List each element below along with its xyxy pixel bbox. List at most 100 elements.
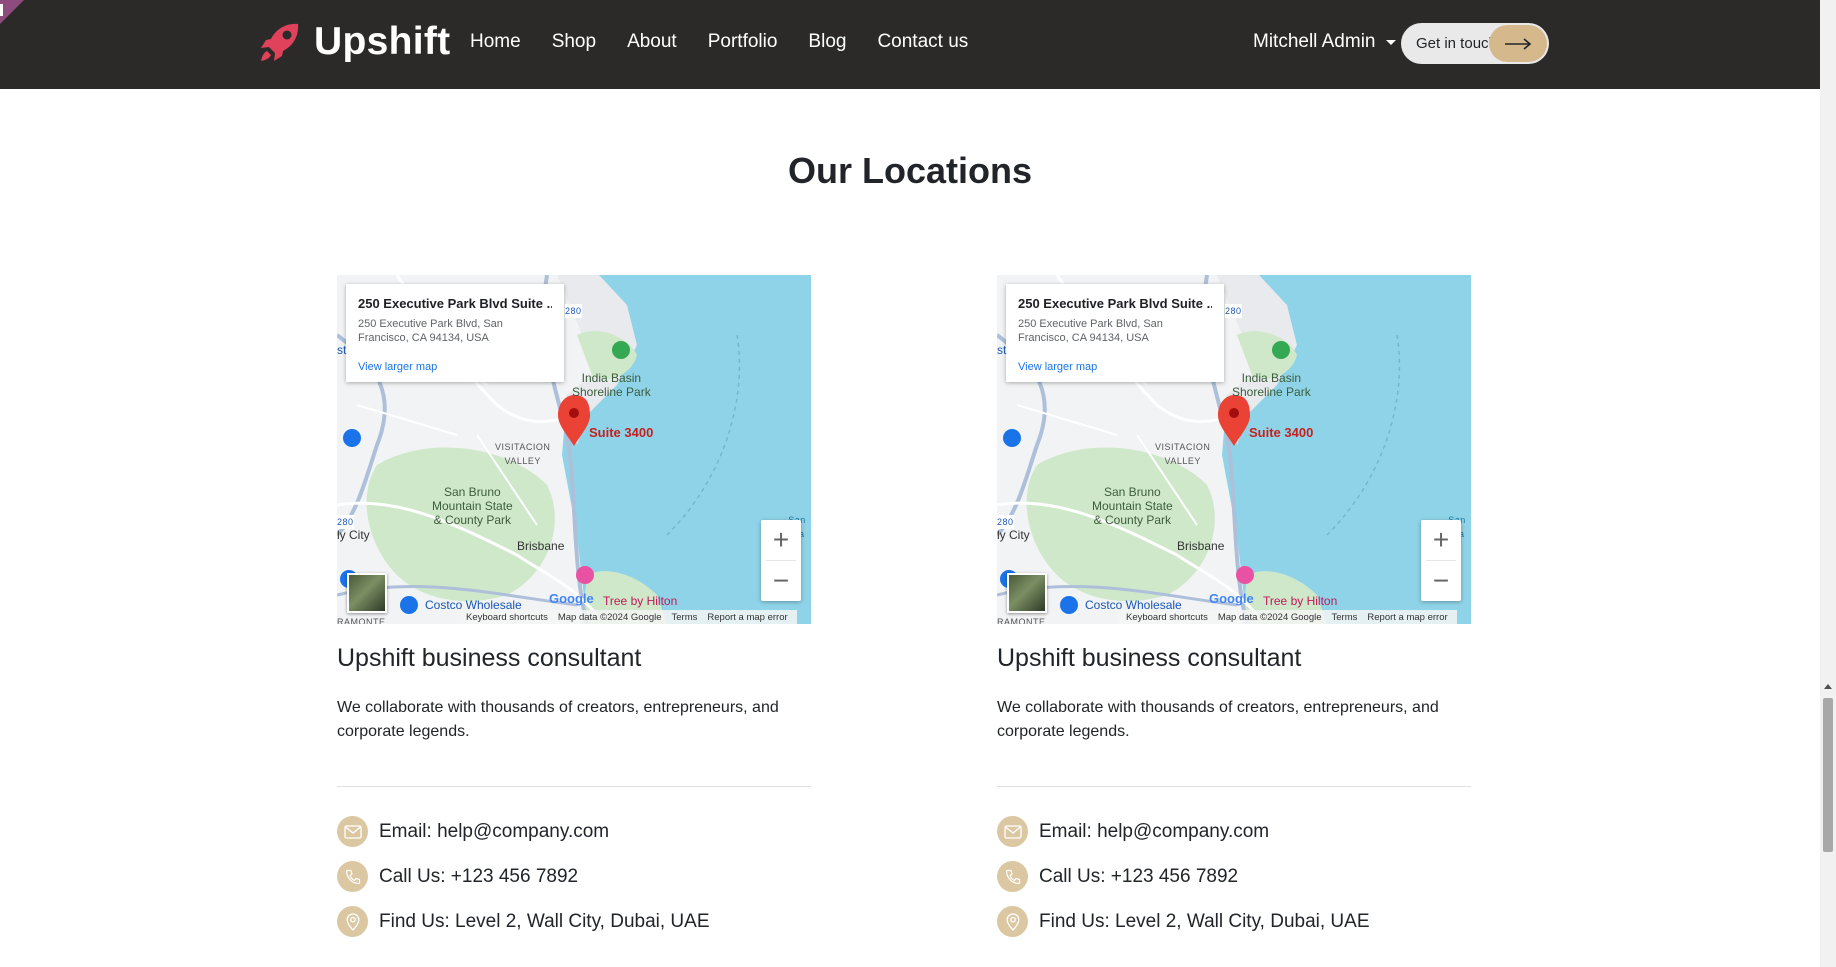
location-title: Upshift business consultant: [337, 644, 642, 672]
nav-shop[interactable]: Shop: [552, 31, 596, 53]
keyboard-shortcuts-link[interactable]: Keyboard shortcuts: [1126, 612, 1208, 623]
map-label-ramonte: RAMONTE: [337, 617, 386, 624]
nav-blog[interactable]: Blog: [808, 31, 846, 53]
contact-email: Email: help@company.com: [1039, 820, 1270, 842]
top-navbar: Upshift Home Shop About Portfolio Blog C…: [0, 0, 1820, 89]
card-divider: [997, 786, 1471, 787]
terms-link[interactable]: Terms: [1332, 612, 1358, 623]
map-label-mountain: San Bruno Mountain State & County Park: [1092, 485, 1173, 527]
map-zoom-control: + −: [761, 520, 801, 601]
location-card: 250 Executive Park Blvd Suite ... 250 Ex…: [337, 275, 811, 951]
map-label-highway: 280: [1225, 304, 1242, 318]
nav-portfolio[interactable]: Portfolio: [708, 31, 778, 53]
google-map-embed[interactable]: 250 Executive Park Blvd Suite ... 250 Ex…: [337, 275, 811, 624]
terms-link[interactable]: Terms: [672, 612, 698, 623]
main-nav: Home Shop About Portfolio Blog Contact u…: [470, 31, 999, 53]
arrow-right-icon: [1489, 25, 1547, 62]
brand-link[interactable]: Upshift: [258, 20, 450, 64]
map-label-hotel: Tree by Hilton: [1263, 594, 1338, 608]
page-scrollbar[interactable]: [1820, 0, 1836, 967]
google-logo: Google: [1209, 591, 1254, 606]
map-address-line2: Francisco, CA 94134, USA: [358, 332, 489, 344]
nav-contact-us[interactable]: Contact us: [877, 31, 968, 53]
contact-phone-row: Call Us: +123 456 7892: [337, 861, 811, 892]
map-label-mountain: San Bruno Mountain State & County Park: [432, 485, 513, 527]
envelope-icon: [337, 816, 368, 847]
google-logo: Google: [549, 591, 594, 606]
location-description: We collaborate with thousands of creator…: [997, 699, 1439, 740]
view-larger-map-link[interactable]: View larger map: [1018, 361, 1212, 373]
map-label-st: st: [997, 343, 1007, 357]
map-address-line1: 250 Executive Park Blvd, San: [1018, 318, 1163, 330]
google-map-embed[interactable]: 250 Executive Park Blvd Suite ... 250 Ex…: [997, 275, 1471, 624]
contact-email-row: Email: help@company.com: [997, 816, 1471, 847]
map-label-highway-2: 280: [337, 515, 354, 529]
map-pin-label: Suite 3400: [1249, 425, 1314, 440]
phone-icon: [997, 861, 1028, 892]
location-card: 250 Executive Park Blvd Suite ... 250 Ex…: [997, 275, 1471, 951]
nav-about[interactable]: About: [627, 31, 677, 53]
map-footer: Keyboard shortcuts Map data ©2024 Google…: [1117, 610, 1457, 624]
map-label-highway-2: 280: [997, 515, 1014, 529]
user-menu-dropdown[interactable]: Mitchell Admin: [1253, 31, 1396, 53]
section-title: Our Locations: [787, 150, 1033, 191]
google-logo-text: Google: [549, 591, 594, 606]
get-in-touch-button[interactable]: Get in touch: [1401, 23, 1549, 64]
map-label-park: India Basin Shoreline Park: [572, 371, 651, 399]
zoom-out-button[interactable]: −: [761, 561, 801, 601]
report-map-error-link[interactable]: Report a map error: [1367, 612, 1447, 623]
contact-list: Email: help@company.com Call Us: +123 45…: [337, 816, 811, 937]
location-pin-icon: [997, 906, 1028, 937]
satellite-toggle-button[interactable]: [347, 573, 387, 613]
contact-address: Find Us: Level 2, Wall City, Dubai, UAE: [379, 910, 710, 932]
report-map-error-link[interactable]: Report a map error: [707, 612, 787, 623]
brand-name: Upshift: [314, 20, 451, 63]
satellite-toggle-button[interactable]: [1007, 573, 1047, 613]
contact-address-row: Find Us: Level 2, Wall City, Dubai, UAE: [997, 906, 1471, 937]
contact-address-row: Find Us: Level 2, Wall City, Dubai, UAE: [337, 906, 811, 937]
zoom-in-button[interactable]: +: [1421, 520, 1461, 560]
contact-phone: Call Us: +123 456 7892: [1039, 865, 1239, 887]
cta-label: Get in touch: [1416, 35, 1497, 52]
map-info-window: 250 Executive Park Blvd Suite ... 250 Ex…: [346, 284, 564, 382]
scroll-up-arrow-icon[interactable]: [1824, 684, 1832, 689]
map-label-park: India Basin Shoreline Park: [1232, 371, 1311, 399]
map-place-address: 250 Executive Park Blvd, San Francisco, …: [358, 317, 552, 345]
map-footer: Keyboard shortcuts Map data ©2024 Google…: [457, 610, 797, 624]
location-description: We collaborate with thousands of creator…: [337, 699, 779, 740]
map-data-attribution: Map data ©2024 Google: [1217, 611, 1322, 623]
map-address-line2: Francisco, CA 94134, USA: [1018, 332, 1149, 344]
contact-email: Email: help@company.com: [379, 820, 610, 842]
map-pin-label: Suite 3400: [589, 425, 654, 440]
map-label-brisbane: Brisbane: [517, 539, 565, 553]
contact-address: Find Us: Level 2, Wall City, Dubai, UAE: [1039, 910, 1370, 932]
nav-home[interactable]: Home: [470, 31, 521, 53]
map-label-valley: VISITACION VALLEY: [495, 442, 551, 466]
rocket-icon: [261, 23, 299, 61]
map-zoom-control: + −: [1421, 520, 1461, 601]
map-info-window: 250 Executive Park Blvd Suite ... 250 Ex…: [1006, 284, 1224, 382]
admin-corner-mark: [0, 4, 3, 16]
map-place-title: 250 Executive Park Blvd Suite ...: [358, 296, 552, 311]
location-pin-icon: [337, 906, 368, 937]
map-label-st: st: [337, 343, 347, 357]
map-data-attribution: Map data ©2024 Google: [557, 611, 662, 623]
map-label-ramonte: RAMONTE: [997, 617, 1046, 624]
envelope-icon: [997, 816, 1028, 847]
admin-corner-badge[interactable]: [0, 0, 24, 24]
zoom-in-button[interactable]: +: [761, 520, 801, 560]
map-label-city: ly City: [337, 528, 370, 542]
view-larger-map-link[interactable]: View larger map: [358, 361, 552, 373]
scrollbar-thumb[interactable]: [1823, 698, 1833, 852]
contact-email-row: Email: help@company.com: [337, 816, 811, 847]
map-place-address: 250 Executive Park Blvd, San Francisco, …: [1018, 317, 1212, 345]
caret-down-icon: [1385, 39, 1396, 45]
map-label-city: ly City: [997, 528, 1030, 542]
keyboard-shortcuts-link[interactable]: Keyboard shortcuts: [466, 612, 548, 623]
map-place-title: 250 Executive Park Blvd Suite ...: [1018, 296, 1212, 311]
contact-phone: Call Us: +123 456 7892: [379, 865, 579, 887]
zoom-out-button[interactable]: −: [1421, 561, 1461, 601]
user-name: Mitchell Admin: [1253, 31, 1376, 52]
map-label-hotel: Tree by Hilton: [603, 594, 678, 608]
card-divider: [337, 786, 811, 787]
